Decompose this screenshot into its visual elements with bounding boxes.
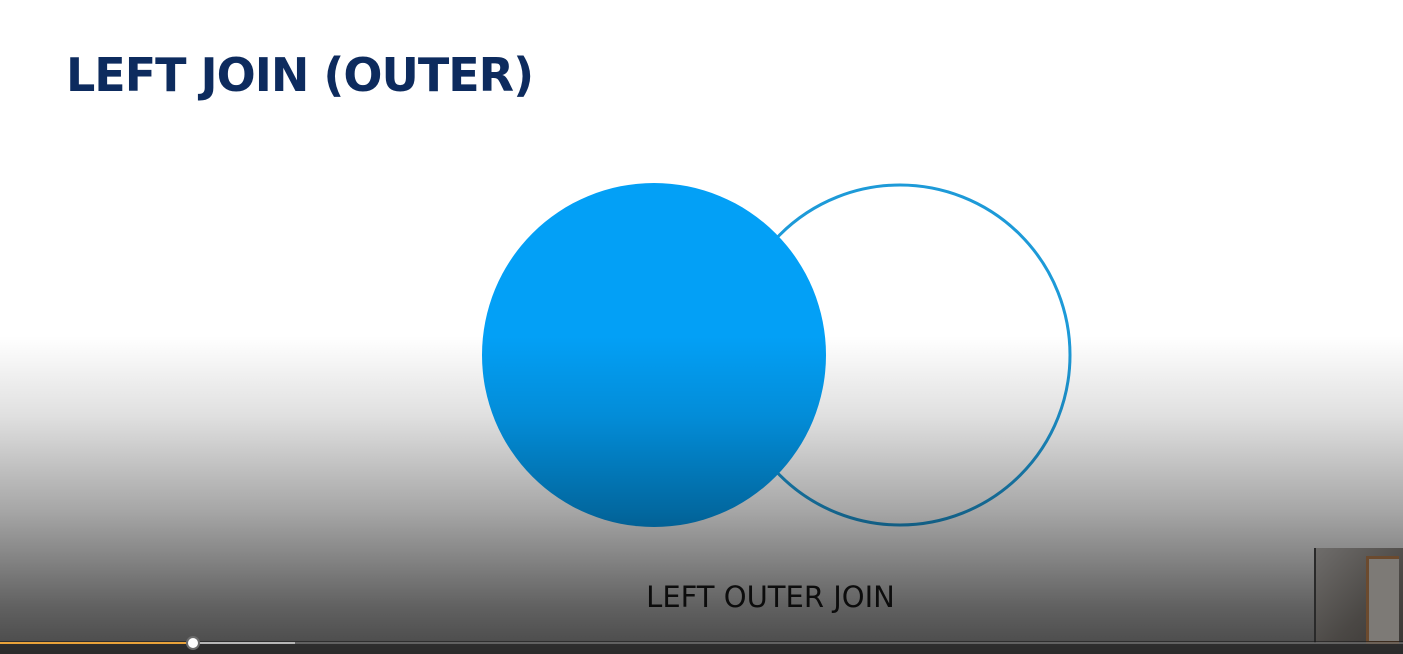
slide-title: LEFT JOIN (OUTER) [66, 48, 534, 102]
webcam-thumbnail [1314, 548, 1403, 644]
venn-diagram [482, 183, 1072, 527]
left-circle-filled [482, 183, 826, 527]
played-progress [0, 642, 191, 644]
video-progress-bar[interactable] [0, 636, 1403, 650]
join-caption: LEFT OUTER JOIN [646, 580, 895, 614]
scrubber-handle[interactable] [185, 636, 200, 650]
slide: LEFT JOIN (OUTER) LEFT OUTER JOIN [0, 0, 1403, 654]
webcam-window-frame [1366, 556, 1399, 644]
